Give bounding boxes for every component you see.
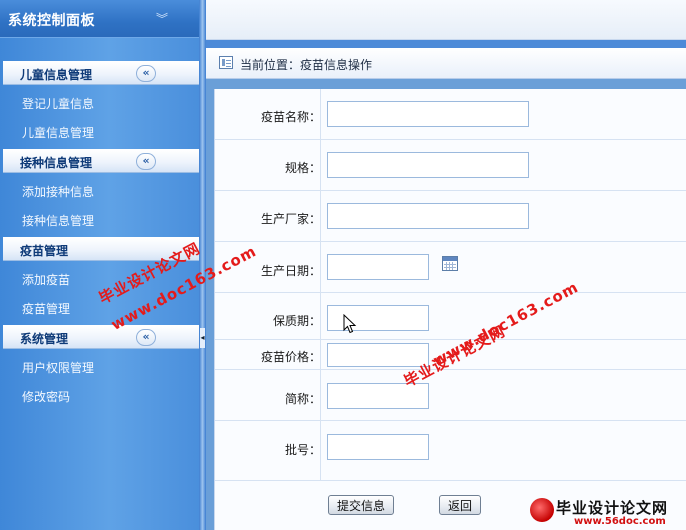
form-row-manufacturer: 生产厂家： <box>215 191 686 242</box>
sidebar-item-label: 接种信息管理 <box>22 214 95 228</box>
collapse-group-icon[interactable]: « <box>136 329 156 346</box>
field-label: 疫苗名称： <box>260 110 321 124</box>
field-label: 生产厂家： <box>260 212 321 226</box>
collapse-all-icon[interactable]: ︾ <box>156 10 168 27</box>
sidebar-group-vaccination[interactable]: 接种信息管理 « <box>3 149 199 173</box>
form-row-shelf-life: 保质期： <box>215 293 686 340</box>
sidebar-group-label: 系统管理 <box>20 332 69 346</box>
top-strip <box>206 40 686 48</box>
breadcrumb: 当前位置：疫苗信息操作 <box>206 48 686 79</box>
form-row-abbreviation: 简称： <box>215 370 686 421</box>
calendar-icon[interactable] <box>442 256 458 271</box>
sidebar: 系统控制面板 ︾ 儿童信息管理 « 登记儿童信息 儿童信息管理 接种信息管理 «… <box>0 0 199 530</box>
sidebar-item-register-child[interactable]: 登记儿童信息 <box>0 88 199 116</box>
sidebar-item-add-vaccine[interactable]: 添加疫苗 <box>0 264 199 292</box>
sidebar-group-vaccine[interactable]: 疫苗管理 <box>3 237 199 261</box>
sidebar-item-label: 疫苗管理 <box>22 302 71 316</box>
sidebar-item-add-vaccination[interactable]: 添加接种信息 <box>0 176 199 204</box>
sidebar-item-label: 添加接种信息 <box>22 185 95 199</box>
sidebar-group-children[interactable]: 儿童信息管理 « <box>3 61 199 85</box>
form-row-batch-number: 批号： <box>215 421 686 481</box>
manufacturer-field[interactable] <box>327 203 529 229</box>
sidebar-splitter[interactable] <box>199 0 206 530</box>
vaccine-form: 疫苗名称： 规格： 生产厂家： 生产日期： 保质期： 疫苗价格： 简称： 批号：… <box>214 89 686 530</box>
vaccine-name-field[interactable] <box>327 101 529 127</box>
sidebar-item-label: 添加疫苗 <box>22 273 71 287</box>
sidebar-item-label: 修改密码 <box>22 390 71 404</box>
form-row-vaccine-name: 疫苗名称： <box>215 89 686 140</box>
sidebar-group-label: 儿童信息管理 <box>20 68 93 82</box>
sidebar-item-vaccination-manage[interactable]: 接种信息管理 <box>0 205 199 233</box>
sidebar-group-system[interactable]: 系统管理 « <box>3 325 199 349</box>
price-field[interactable] <box>327 343 429 367</box>
collapse-group-icon[interactable]: « <box>136 65 156 82</box>
sidebar-group-label: 疫苗管理 <box>20 244 69 258</box>
field-label: 规格： <box>284 161 321 175</box>
field-label: 疫苗价格： <box>260 350 321 364</box>
sidebar-title: 系统控制面板 <box>8 13 95 29</box>
form-row-spec: 规格： <box>215 140 686 191</box>
field-label: 批号： <box>284 443 321 457</box>
sidebar-header: 系统控制面板 ︾ <box>0 0 199 38</box>
field-label: 生产日期： <box>260 264 321 278</box>
sidebar-item-user-permissions[interactable]: 用户权限管理 <box>0 352 199 380</box>
sidebar-item-change-password[interactable]: 修改密码 <box>0 381 199 409</box>
sidebar-item-label: 儿童信息管理 <box>22 126 95 140</box>
submit-button[interactable]: 提交信息 <box>328 495 395 515</box>
production-date-field[interactable] <box>327 254 429 280</box>
sidebar-item-label: 用户权限管理 <box>22 361 95 375</box>
batch-number-field[interactable] <box>327 434 429 460</box>
page-icon <box>219 56 233 69</box>
main-content: 当前位置：疫苗信息操作 疫苗名称： 规格： 生产厂家： 生产日期： 保质期： 疫… <box>206 0 686 530</box>
spec-field[interactable] <box>327 152 529 178</box>
sidebar-item-child-info-manage[interactable]: 儿童信息管理 <box>0 117 199 145</box>
abbreviation-field[interactable] <box>327 383 429 409</box>
sidebar-group-label: 接种信息管理 <box>20 156 93 170</box>
field-label: 保质期： <box>272 314 321 328</box>
field-label: 简称： <box>284 392 321 406</box>
sidebar-item-label: 登记儿童信息 <box>22 97 95 111</box>
top-banner <box>206 0 686 40</box>
mouse-cursor-icon <box>343 314 357 334</box>
breadcrumb-text: 当前位置：疫苗信息操作 <box>240 58 373 72</box>
sidebar-item-vaccine-manage[interactable]: 疫苗管理 <box>0 293 199 321</box>
collapse-group-icon[interactable]: « <box>136 153 156 170</box>
back-button[interactable]: 返回 <box>439 495 482 515</box>
collapse-sidebar-icon[interactable]: ◂ <box>200 328 205 348</box>
form-row-price: 疫苗价格： <box>215 340 686 370</box>
